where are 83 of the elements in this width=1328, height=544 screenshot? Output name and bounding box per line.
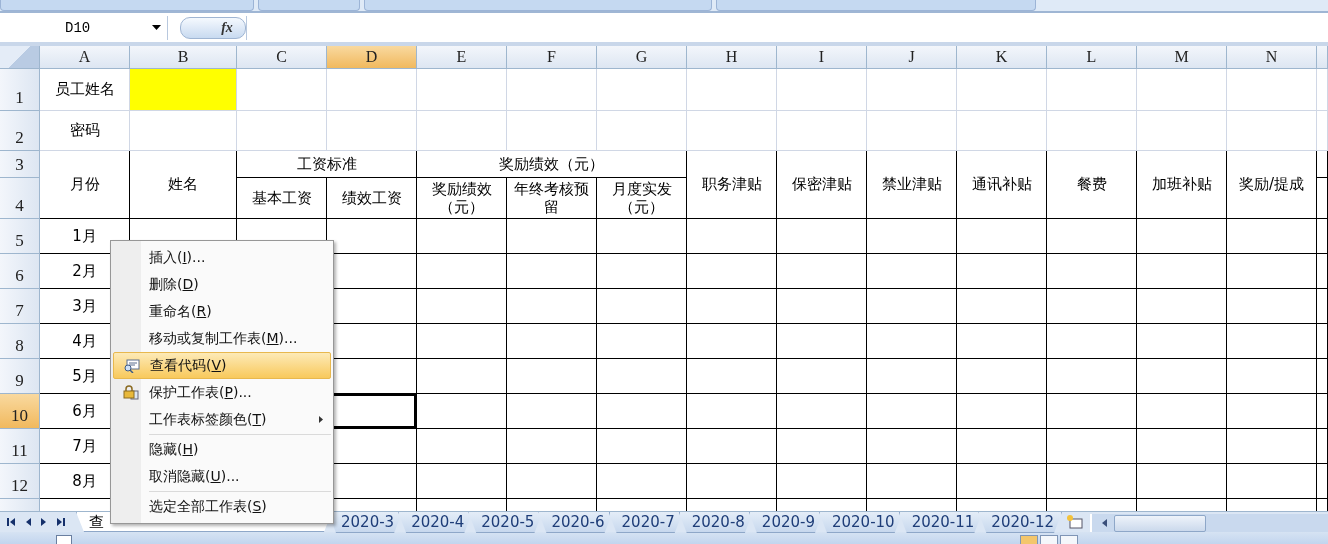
cell-text: 保密津贴 — [777, 150, 867, 219]
next-sheet-icon[interactable] — [40, 517, 48, 527]
cell-text: 奖励/提成 — [1227, 150, 1317, 219]
table-cell — [1317, 177, 1328, 219]
name-box[interactable]: D10 — [0, 15, 168, 40]
column-header[interactable]: N — [1227, 45, 1317, 69]
sheet-tab[interactable]: 2020-12 — [978, 512, 1063, 533]
cell-text: 奖励绩效（元） — [417, 150, 687, 178]
cell-text: 通讯补贴 — [957, 150, 1047, 219]
row-header[interactable]: 3 — [0, 150, 40, 178]
scroll-left-icon[interactable] — [1100, 518, 1109, 528]
menu-item[interactable]: 查看代码(V) — [113, 352, 331, 379]
new-sheet-icon[interactable] — [1066, 514, 1085, 530]
row-header[interactable]: 8 — [0, 323, 40, 359]
row-header[interactable]: 10 — [0, 393, 40, 429]
select-all-corner[interactable] — [0, 45, 40, 69]
column-header[interactable]: M — [1137, 45, 1227, 69]
cell-text: 月份 — [40, 150, 130, 219]
cell-text: 餐费 — [1047, 150, 1137, 219]
row-header[interactable]: 4 — [0, 177, 40, 219]
table-cell — [1317, 393, 1328, 429]
column-header[interactable]: A — [40, 45, 130, 69]
cell-text: 禁业津贴 — [867, 150, 957, 219]
cell-text: 职务津贴 — [687, 150, 777, 219]
dropdown-arrow-icon[interactable] — [152, 25, 161, 31]
row-header[interactable]: 11 — [0, 428, 40, 464]
macro-record-icon[interactable] — [56, 535, 72, 544]
page-layout-icon[interactable] — [1040, 535, 1058, 544]
column-header[interactable]: B — [130, 45, 237, 69]
sheet-tab[interactable]: 2020-9 — [748, 512, 823, 533]
sheet-tab[interactable]: 2020-7 — [608, 512, 683, 533]
column-header[interactable]: E — [417, 45, 507, 69]
cell-text: 加班补贴 — [1137, 150, 1227, 219]
table-cell — [1317, 253, 1328, 289]
sheet-tab[interactable]: 2020-8 — [678, 512, 753, 533]
scrollbar-thumb[interactable] — [1114, 514, 1207, 532]
horizontal-scrollbar[interactable] — [1090, 514, 1328, 532]
table-cell — [1317, 218, 1328, 254]
row-header[interactable]: 2 — [0, 110, 40, 151]
previous-sheet-icon[interactable] — [24, 517, 32, 527]
cell-text: 密码 — [40, 110, 130, 151]
column-header[interactable] — [1317, 45, 1328, 69]
first-sheet-icon[interactable] — [6, 517, 16, 527]
cell-text: 年终考核预留 — [507, 177, 597, 219]
table-cell — [1317, 68, 1328, 111]
row-header[interactable]: 12 — [0, 463, 40, 499]
table-cell — [1317, 358, 1328, 394]
cell-text: 绩效工资 — [327, 177, 417, 219]
table-cell — [1317, 463, 1328, 499]
column-header[interactable]: K — [957, 45, 1047, 69]
row-header[interactable]: 5 — [0, 218, 40, 254]
column-header[interactable]: H — [687, 45, 777, 69]
column-header[interactable]: G — [597, 45, 687, 69]
table-cell — [1317, 110, 1328, 151]
submenu-arrow-icon — [319, 416, 323, 423]
sheet-tab[interactable]: 2020-6 — [538, 512, 613, 533]
cell-text: 月度实发（元） — [597, 177, 687, 219]
cell-text: 基本工资 — [237, 177, 327, 219]
table-cell — [1317, 428, 1328, 464]
row-header[interactable]: 1 — [0, 68, 40, 111]
sheet-tab[interactable]: 2020-10 — [819, 512, 903, 533]
cell-text: 工资标准 — [237, 150, 417, 178]
formula-bar-handle[interactable] — [180, 16, 246, 39]
table-cell — [1317, 323, 1328, 359]
code-window-icon — [124, 358, 140, 373]
normal-view-icon[interactable] — [1020, 535, 1038, 544]
column-header[interactable]: C — [237, 45, 327, 69]
insert-function-button[interactable]: fx — [212, 15, 242, 40]
table-cell — [1317, 150, 1328, 178]
column-header[interactable]: D — [327, 45, 417, 69]
page-break-icon[interactable] — [1060, 535, 1078, 544]
column-header[interactable]: F — [507, 45, 597, 69]
row-header[interactable]: 6 — [0, 253, 40, 289]
row-header[interactable]: 7 — [0, 288, 40, 324]
row-header[interactable]: 9 — [0, 358, 40, 394]
cell-text: 奖励绩效（元） — [417, 177, 507, 219]
cell-text: 姓名 — [130, 150, 237, 219]
column-header[interactable]: L — [1047, 45, 1137, 69]
column-header[interactable]: I — [777, 45, 867, 69]
table-cell — [1317, 288, 1328, 324]
lock-icon — [123, 385, 139, 400]
column-header[interactable]: J — [867, 45, 957, 69]
last-sheet-icon[interactable] — [56, 517, 66, 527]
